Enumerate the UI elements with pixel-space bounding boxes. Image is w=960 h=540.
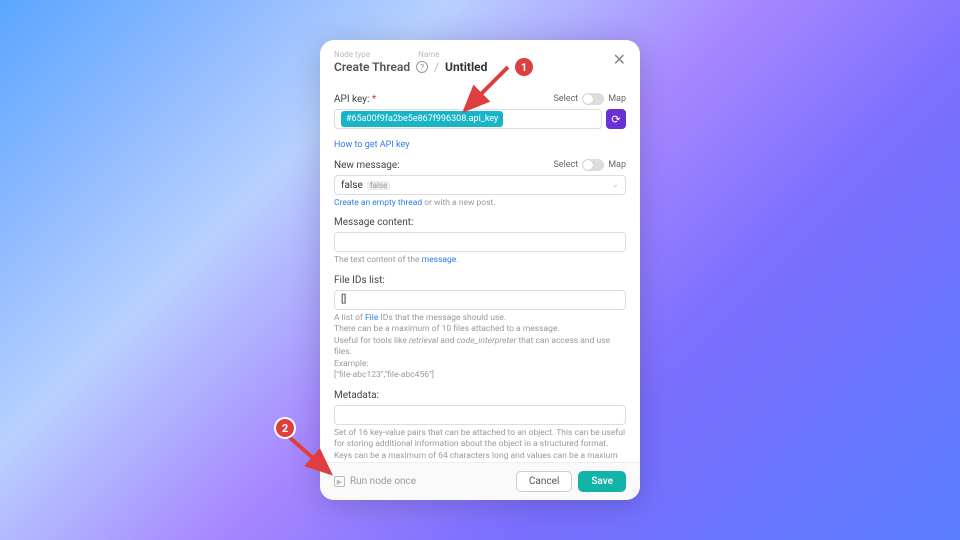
crumb-label-name: Name: [418, 50, 439, 59]
message-content-hint: The text content of the message.: [334, 255, 626, 266]
run-once-label: Run node once: [350, 476, 416, 487]
refresh-button[interactable]: ⟳: [606, 109, 626, 129]
file-ids-input[interactable]: []: [334, 290, 626, 310]
breadcrumb-labels: Node type Name: [334, 50, 626, 59]
new-message-row: New message: Select Map: [334, 159, 626, 171]
message-content-label: Message content:: [334, 217, 626, 228]
howto-api-key-link[interactable]: How to get API key: [334, 140, 409, 150]
refresh-icon: ⟳: [611, 113, 620, 126]
api-key-row: API key: * Select Map: [334, 93, 626, 105]
modal-header: Node type Name Create Thread ? / Untitle…: [320, 40, 640, 83]
metadata-label: Metadata:: [334, 390, 626, 401]
new-message-pill: false: [367, 181, 390, 190]
modal-body: API key: * Select Map #65a00f9fa2be5e867…: [320, 83, 640, 462]
play-icon: ▶: [334, 476, 345, 487]
help-icon[interactable]: ?: [416, 61, 428, 73]
new-message-label: New message:: [334, 160, 400, 171]
toggle-api-key[interactable]: [582, 93, 604, 105]
crumb-label-type: Node type: [334, 50, 370, 59]
background: Node type Name Create Thread ? / Untitle…: [0, 0, 960, 540]
message-content-input[interactable]: [334, 232, 626, 252]
api-key-input[interactable]: #65a00f9fa2be5e867f996308.api_key: [334, 109, 602, 129]
new-message-value: false: [341, 180, 363, 191]
run-node-once-button[interactable]: ▶ Run node once: [334, 476, 416, 487]
breadcrumb: Create Thread ? / Untitled: [334, 60, 626, 74]
required-mark: *: [372, 94, 376, 105]
toggle-new-message[interactable]: [582, 159, 604, 171]
save-button[interactable]: Save: [578, 471, 626, 492]
breadcrumb-sep: /: [434, 60, 439, 74]
node-settings-modal: Node type Name Create Thread ? / Untitle…: [320, 40, 640, 500]
node-name[interactable]: Untitled: [445, 60, 487, 74]
file-ids-hint: A list of File IDs that the message shou…: [334, 313, 626, 382]
annotation-badge-2: 2: [276, 419, 294, 437]
file-ids-label: File IDs list:: [334, 275, 626, 286]
new-message-hint: Create an empty thread or with a new pos…: [334, 198, 626, 209]
file-ids-value: []: [341, 294, 346, 305]
metadata-hint: Set of 16 key-value pairs that can be at…: [334, 428, 626, 462]
modal-footer: ▶ Run node once Cancel Save: [320, 462, 640, 500]
map-toggle-api-key: Select Map: [553, 93, 626, 105]
cancel-button[interactable]: Cancel: [516, 471, 572, 492]
footer-buttons: Cancel Save: [516, 471, 626, 492]
metadata-input[interactable]: [334, 405, 626, 425]
node-type: Create Thread: [334, 60, 410, 74]
map-toggle-new-message: Select Map: [553, 159, 626, 171]
api-key-token[interactable]: #65a00f9fa2be5e867f996308.api_key: [341, 111, 503, 127]
file-link[interactable]: File: [365, 313, 378, 323]
close-icon[interactable]: ✕: [613, 52, 626, 68]
message-link[interactable]: message: [422, 255, 457, 265]
api-key-input-row: #65a00f9fa2be5e867f996308.api_key ⟳: [334, 109, 626, 129]
chevron-down-icon: ⌄: [611, 180, 619, 190]
new-message-select[interactable]: false false ⌄: [334, 175, 626, 195]
api-key-label: API key: *: [334, 94, 376, 105]
create-empty-thread-link[interactable]: Create an empty thread: [334, 198, 422, 208]
